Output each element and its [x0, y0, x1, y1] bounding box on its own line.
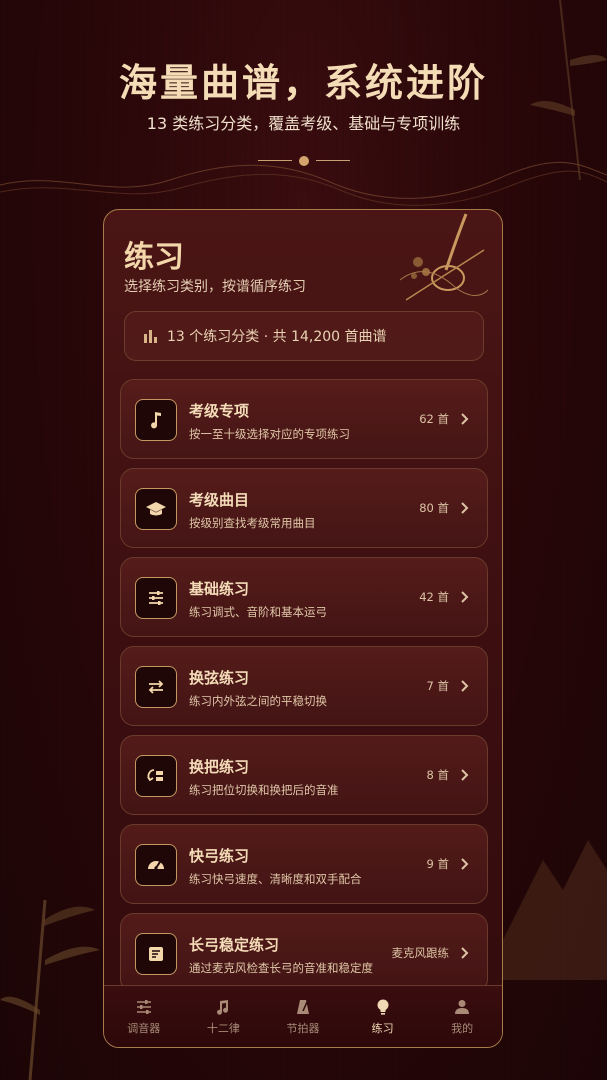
tab-twelve-lu[interactable]: 十二律 [184, 986, 264, 1047]
item-icon-box [135, 666, 177, 708]
bottom-tab-bar: 调音器 十二律 节拍器 练习 我的 [104, 985, 502, 1047]
chevron-right-icon [461, 413, 469, 425]
chevron-right-icon [461, 947, 469, 959]
position-shift-icon [147, 769, 163, 782]
list-item-long-bow[interactable]: 长弓稳定练习 通过麦克风检查长弓的音准和稳定度 麦克风跟练 [120, 913, 488, 993]
item-count: 62 首 [419, 412, 449, 426]
list-item-string-crossing[interactable]: 换弦练习 练习内外弦之间的平稳切换 7 首 [120, 646, 488, 726]
hero-divider [258, 155, 350, 167]
item-description: 练习内外弦之间的平稳切换 [189, 694, 327, 708]
item-title: 考级专项 [189, 402, 250, 420]
graduation-cap-icon [146, 502, 166, 516]
item-count: 7 首 [426, 679, 449, 693]
item-title: 长弓稳定练习 [189, 936, 280, 954]
music-note-icon [217, 1000, 229, 1015]
tab-practice[interactable]: 练习 [343, 986, 423, 1047]
list-item-exam-pieces[interactable]: 考级曲目 按级别查找考级常用曲目 80 首 [120, 468, 488, 548]
item-tag: 麦克风跟练 [391, 946, 450, 960]
bar-chart-icon [144, 330, 157, 343]
tab-label: 调音器 [127, 1022, 161, 1035]
speedometer-icon [148, 861, 164, 870]
hero-subtitle: 13 类练习分类，覆盖考级、基础与专项训练 [146, 114, 461, 133]
item-count: 9 首 [426, 857, 449, 871]
tab-profile[interactable]: 我的 [422, 986, 502, 1047]
metronome-icon [296, 1000, 309, 1014]
chevron-right-icon [461, 680, 469, 692]
item-title: 换弦练习 [189, 669, 250, 687]
lightbulb-icon [377, 999, 389, 1015]
sliders-icon [149, 591, 163, 605]
item-icon-box [135, 488, 177, 530]
user-icon [455, 1000, 470, 1014]
item-description: 练习把位切换和换把后的音准 [189, 783, 339, 797]
item-title: 换把练习 [189, 758, 250, 776]
mountain-decoration-right [503, 840, 607, 980]
erhu-illustration-icon [399, 213, 489, 301]
item-description: 通过麦克风检查长弓的音准和稳定度 [189, 961, 373, 975]
item-title: 基础练习 [189, 580, 250, 598]
item-count: 8 首 [426, 768, 449, 782]
bamboo-decoration-left [0, 899, 100, 1080]
item-icon-box [135, 755, 177, 797]
list-item-position-shift[interactable]: 换把练习 练习把位切换和换把后的音准 8 首 [120, 735, 488, 815]
item-icon-box [135, 933, 177, 975]
phone-card: 练习 选择练习类别，按谱循序练习 13 个练习分类 · 共 14,200 首曲谱… [103, 209, 503, 1048]
chevron-right-icon [461, 769, 469, 781]
summary-banner: 13 个练习分类 · 共 14,200 首曲谱 [124, 311, 484, 361]
tab-label: 练习 [371, 1022, 394, 1035]
item-icon-box [135, 844, 177, 886]
hero-title: 海量曲谱，系统进阶 [118, 60, 488, 105]
list-item-fast-bow[interactable]: 快弓练习 练习快弓速度、清晰度和双手配合 9 首 [120, 824, 488, 904]
tab-metronome[interactable]: 节拍器 [263, 986, 343, 1047]
tab-label: 十二律 [206, 1022, 240, 1035]
document-icon [149, 947, 163, 961]
tuner-sliders-icon [136, 1000, 151, 1014]
item-title: 考级曲目 [189, 491, 250, 509]
item-title: 快弓练习 [189, 847, 250, 865]
music-note-icon [151, 412, 161, 429]
chevron-right-icon [461, 591, 469, 603]
list-item-basic-practice[interactable]: 基础练习 练习调式、音阶和基本运弓 42 首 [120, 557, 488, 637]
list-item-exam-special[interactable]: 考级专项 按一至十级选择对应的专项练习 62 首 [120, 379, 488, 459]
tab-label: 我的 [451, 1022, 474, 1035]
item-description: 按一至十级选择对应的专项练习 [189, 427, 350, 441]
item-description: 练习调式、音阶和基本运弓 [189, 605, 327, 619]
summary-text: 13 个练习分类 · 共 14,200 首曲谱 [167, 329, 387, 345]
item-description: 按级别查找考级常用曲目 [189, 516, 316, 530]
item-description: 练习快弓速度、清晰度和双手配合 [189, 872, 362, 886]
item-icon-box [135, 399, 177, 441]
tab-label: 节拍器 [286, 1022, 320, 1035]
swap-arrows-icon [148, 680, 164, 694]
chevron-right-icon [461, 858, 469, 870]
item-count: 80 首 [419, 501, 449, 515]
item-count: 42 首 [419, 590, 449, 604]
tab-tuner[interactable]: 调音器 [104, 986, 184, 1047]
page-subtitle: 选择练习类别，按谱循序练习 [124, 279, 306, 295]
item-icon-box [135, 577, 177, 619]
chevron-right-icon [461, 502, 469, 514]
page-title: 练习 [124, 240, 184, 275]
